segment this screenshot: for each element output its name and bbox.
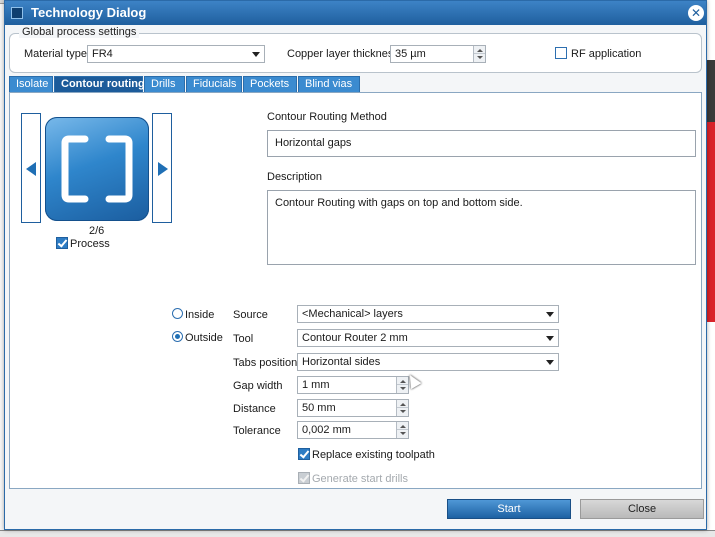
method-label: Contour Routing Method (267, 111, 387, 123)
up-arrow-icon (477, 49, 483, 52)
down-arrow-icon (400, 410, 406, 413)
tabs-position-label: Tabs position (233, 357, 298, 369)
process-label: Process (70, 238, 110, 250)
method-counter: 2/6 (89, 225, 105, 237)
copper-thickness-stepper[interactable]: 35 µm (390, 45, 486, 63)
rf-application-checkbox[interactable] (555, 47, 567, 59)
background-red-area (706, 122, 715, 322)
inside-label: Inside (185, 309, 215, 321)
material-type-label: Material type (24, 48, 87, 60)
background-app-canvas (706, 0, 715, 537)
up-arrow-icon (400, 403, 406, 406)
material-type-value: FR4 (92, 48, 113, 60)
distance-label: Distance (233, 403, 276, 415)
tab-contour-routing[interactable]: Contour routing (54, 76, 145, 93)
method-value-field[interactable]: Horizontal gaps (267, 130, 696, 157)
gap-width-stepper[interactable]: 1 mm (297, 376, 409, 394)
previous-method-button[interactable] (21, 113, 41, 223)
spin-buttons[interactable] (396, 422, 408, 438)
chevron-down-icon (546, 336, 554, 341)
global-settings-group: Material type FR4 Copper layer thickness… (9, 33, 702, 73)
tab-drills[interactable]: Drills (144, 76, 185, 92)
tool-select[interactable]: Contour Router 2 mm (297, 329, 559, 347)
chevron-down-icon (546, 360, 554, 365)
tool-value: Contour Router 2 mm (302, 332, 408, 344)
bracket-gaps-icon (61, 135, 133, 203)
gap-width-value: 1 mm (302, 379, 330, 391)
technology-dialog: Technology Dialog ✕ Material type FR4 Co… (4, 0, 707, 530)
tolerance-label: Tolerance (233, 425, 281, 437)
material-type-select[interactable]: FR4 (87, 45, 265, 63)
close-icon[interactable]: ✕ (688, 5, 704, 21)
tolerance-stepper[interactable]: 0,002 mm (297, 421, 409, 439)
tool-label: Tool (233, 333, 254, 345)
source-label: Source (233, 309, 268, 321)
tab-fiducials[interactable]: Fiducials (186, 76, 242, 92)
arrow-left-icon (26, 162, 36, 176)
close-button[interactable]: Close (580, 499, 704, 519)
tab-isolate[interactable]: Isolate (9, 76, 53, 92)
background-dark-area (706, 60, 715, 122)
spin-buttons[interactable] (396, 400, 408, 416)
global-settings-legend: Global process settings (19, 26, 140, 38)
title-bar[interactable]: Technology Dialog ✕ (5, 1, 706, 25)
chevron-down-icon (546, 312, 554, 317)
chevron-down-icon (252, 52, 260, 57)
inside-radio[interactable] (172, 308, 183, 319)
generate-start-drills-label: Generate start drills (312, 473, 408, 485)
replace-toolpath-label: Replace existing toolpath (312, 449, 435, 461)
outside-label: Outside (185, 332, 223, 344)
source-select[interactable]: <Mechanical> layers (297, 305, 559, 323)
outside-radio[interactable] (172, 331, 183, 342)
tolerance-value: 0,002 mm (302, 424, 351, 436)
tabs-position-select[interactable]: Horizontal sides (297, 353, 559, 371)
process-checkbox[interactable] (56, 237, 68, 249)
distance-value: 50 mm (302, 402, 336, 414)
tab-pockets[interactable]: Pockets (243, 76, 297, 92)
description-label: Description (267, 171, 323, 183)
gap-width-label: Gap width (233, 380, 283, 392)
tabs-position-value: Horizontal sides (302, 356, 381, 368)
copper-thickness-label: Copper layer thickness (287, 48, 399, 60)
generate-start-drills-checkbox (298, 472, 310, 484)
copper-thickness-value: 35 µm (395, 48, 426, 60)
distance-stepper[interactable]: 50 mm (297, 399, 409, 417)
down-arrow-icon (400, 432, 406, 435)
arrow-right-icon (158, 162, 168, 176)
rf-application-label: RF application (571, 48, 642, 60)
contour-method-image (45, 117, 149, 221)
up-arrow-icon (400, 425, 406, 428)
down-arrow-icon (477, 56, 483, 59)
spin-buttons[interactable] (473, 46, 485, 62)
next-method-button[interactable] (152, 113, 172, 223)
replace-toolpath-checkbox[interactable] (298, 448, 310, 460)
app-icon (11, 7, 23, 19)
dialog-title: Technology Dialog (31, 5, 147, 20)
background-app-statusbar (0, 530, 715, 537)
start-button[interactable]: Start (447, 499, 571, 519)
description-field: Contour Routing with gaps on top and bot… (267, 190, 696, 265)
tab-blind-vias[interactable]: Blind vias (298, 76, 360, 92)
down-arrow-icon (400, 387, 406, 390)
source-value: <Mechanical> layers (302, 308, 403, 320)
